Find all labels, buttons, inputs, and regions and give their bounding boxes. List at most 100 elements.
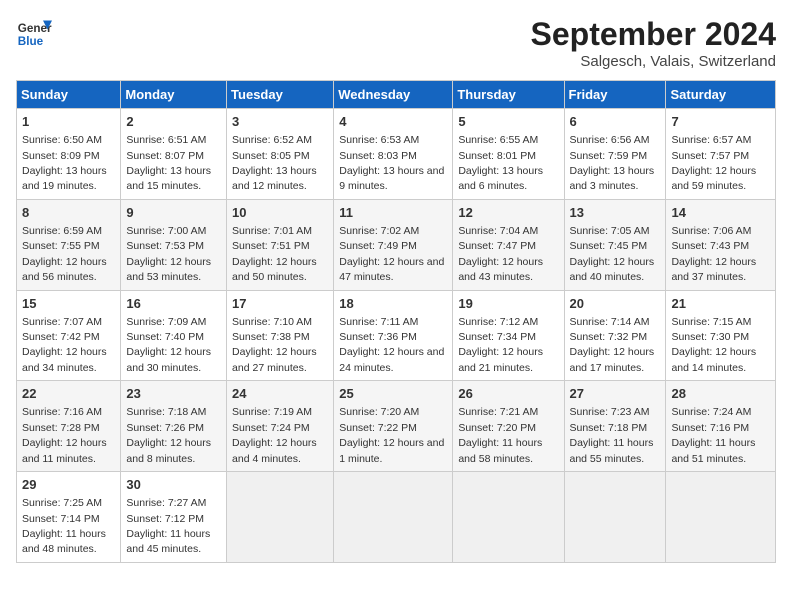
- calendar-cell: 8 Sunrise: 6:59 AMSunset: 7:55 PMDaylight…: [17, 199, 121, 290]
- column-header-monday: Monday: [121, 81, 227, 109]
- day-info: Sunrise: 7:06 AMSunset: 7:43 PMDaylight:…: [671, 225, 756, 283]
- calendar-cell: 1 Sunrise: 6:50 AMSunset: 8:09 PMDaylight…: [17, 109, 121, 200]
- calendar-header-row: SundayMondayTuesdayWednesdayThursdayFrid…: [17, 81, 776, 109]
- day-number: 1: [22, 113, 115, 131]
- calendar-week-1: 1 Sunrise: 6:50 AMSunset: 8:09 PMDaylight…: [17, 109, 776, 200]
- day-info: Sunrise: 7:05 AMSunset: 7:45 PMDaylight:…: [570, 225, 655, 283]
- day-number: 6: [570, 113, 661, 131]
- day-number: 22: [22, 385, 115, 403]
- day-info: Sunrise: 6:53 AMSunset: 8:03 PMDaylight:…: [339, 134, 444, 192]
- day-info: Sunrise: 6:51 AMSunset: 8:07 PMDaylight:…: [126, 134, 211, 192]
- day-info: Sunrise: 6:52 AMSunset: 8:05 PMDaylight:…: [232, 134, 317, 192]
- calendar-week-3: 15 Sunrise: 7:07 AMSunset: 7:42 PMDayligh…: [17, 290, 776, 381]
- calendar-cell: 2 Sunrise: 6:51 AMSunset: 8:07 PMDaylight…: [121, 109, 227, 200]
- calendar-week-2: 8 Sunrise: 6:59 AMSunset: 7:55 PMDaylight…: [17, 199, 776, 290]
- day-number: 17: [232, 295, 328, 313]
- day-info: Sunrise: 6:57 AMSunset: 7:57 PMDaylight:…: [671, 134, 756, 192]
- day-info: Sunrise: 7:01 AMSunset: 7:51 PMDaylight:…: [232, 225, 317, 283]
- day-number: 30: [126, 476, 221, 494]
- day-number: 26: [458, 385, 558, 403]
- calendar-cell: 22 Sunrise: 7:16 AMSunset: 7:28 PMDayligh…: [17, 381, 121, 472]
- day-info: Sunrise: 7:23 AMSunset: 7:18 PMDaylight:…: [570, 406, 654, 464]
- column-header-tuesday: Tuesday: [227, 81, 334, 109]
- svg-text:Blue: Blue: [18, 35, 44, 48]
- calendar-cell: 29Sunrise: 7:25 AMSunset: 7:14 PMDayligh…: [17, 472, 121, 563]
- calendar-cell: 20Sunrise: 7:14 AMSunset: 7:32 PMDayligh…: [564, 290, 666, 381]
- day-info: Sunrise: 7:07 AMSunset: 7:42 PMDaylight:…: [22, 316, 107, 374]
- day-number: 5: [458, 113, 558, 131]
- logo-icon: General Blue: [16, 16, 52, 52]
- calendar-cell: 30 Sunrise: 7:27 AMSunset: 7:12 PMDayligh…: [121, 472, 227, 563]
- day-number: 25: [339, 385, 447, 403]
- day-info: Sunrise: 7:24 AMSunset: 7:16 PMDaylight:…: [671, 406, 755, 464]
- day-info: Sunrise: 6:50 AMSunset: 8:09 PMDaylight:…: [22, 134, 107, 192]
- calendar-cell: 5 Sunrise: 6:55 AMSunset: 8:01 PMDaylight…: [453, 109, 564, 200]
- day-info: Sunrise: 7:11 AMSunset: 7:36 PMDaylight:…: [339, 316, 444, 374]
- day-number: 2: [126, 113, 221, 131]
- day-info: Sunrise: 7:15 AMSunset: 7:30 PMDaylight:…: [671, 316, 756, 374]
- day-info: Sunrise: 7:19 AMSunset: 7:24 PMDaylight:…: [232, 406, 317, 464]
- day-info: Sunrise: 7:20 AMSunset: 7:22 PMDaylight:…: [339, 406, 444, 464]
- calendar-cell: 21 Sunrise: 7:15 AMSunset: 7:30 PMDayligh…: [666, 290, 776, 381]
- calendar-cell: 10Sunrise: 7:01 AMSunset: 7:51 PMDayligh…: [227, 199, 334, 290]
- day-number: 8: [22, 204, 115, 222]
- day-number: 13: [570, 204, 661, 222]
- day-number: 12: [458, 204, 558, 222]
- day-info: Sunrise: 7:25 AMSunset: 7:14 PMDaylight:…: [22, 497, 106, 555]
- day-info: Sunrise: 7:16 AMSunset: 7:28 PMDaylight:…: [22, 406, 107, 464]
- calendar-cell: [666, 472, 776, 563]
- calendar-cell: 6 Sunrise: 6:56 AMSunset: 7:59 PMDaylight…: [564, 109, 666, 200]
- calendar-table: SundayMondayTuesdayWednesdayThursdayFrid…: [16, 80, 776, 563]
- calendar-cell: 4 Sunrise: 6:53 AMSunset: 8:03 PMDaylight…: [334, 109, 453, 200]
- day-number: 21: [671, 295, 770, 313]
- day-number: 4: [339, 113, 447, 131]
- column-header-saturday: Saturday: [666, 81, 776, 109]
- day-info: Sunrise: 7:09 AMSunset: 7:40 PMDaylight:…: [126, 316, 211, 374]
- day-info: Sunrise: 6:59 AMSunset: 7:55 PMDaylight:…: [22, 225, 107, 283]
- location: Salgesch, Valais, Switzerland: [531, 53, 776, 70]
- calendar-week-4: 22 Sunrise: 7:16 AMSunset: 7:28 PMDayligh…: [17, 381, 776, 472]
- day-info: Sunrise: 7:10 AMSunset: 7:38 PMDaylight:…: [232, 316, 317, 374]
- calendar-cell: 9Sunrise: 7:00 AMSunset: 7:53 PMDaylight…: [121, 199, 227, 290]
- calendar-cell: 14 Sunrise: 7:06 AMSunset: 7:43 PMDayligh…: [666, 199, 776, 290]
- calendar-cell: 19Sunrise: 7:12 AMSunset: 7:34 PMDayligh…: [453, 290, 564, 381]
- day-number: 23: [126, 385, 221, 403]
- calendar-cell: 3 Sunrise: 6:52 AMSunset: 8:05 PMDaylight…: [227, 109, 334, 200]
- calendar-cell: 15 Sunrise: 7:07 AMSunset: 7:42 PMDayligh…: [17, 290, 121, 381]
- calendar-cell: 28 Sunrise: 7:24 AMSunset: 7:16 PMDayligh…: [666, 381, 776, 472]
- calendar-week-5: 29Sunrise: 7:25 AMSunset: 7:14 PMDayligh…: [17, 472, 776, 563]
- calendar-cell: 11Sunrise: 7:02 AMSunset: 7:49 PMDayligh…: [334, 199, 453, 290]
- day-number: 15: [22, 295, 115, 313]
- logo: General Blue: [16, 16, 52, 52]
- day-number: 14: [671, 204, 770, 222]
- day-number: 28: [671, 385, 770, 403]
- page-header: General Blue September 2024 Salgesch, Va…: [16, 16, 776, 70]
- calendar-cell: 24 Sunrise: 7:19 AMSunset: 7:24 PMDayligh…: [227, 381, 334, 472]
- calendar-cell: 23Sunrise: 7:18 AMSunset: 7:26 PMDayligh…: [121, 381, 227, 472]
- day-number: 18: [339, 295, 447, 313]
- day-info: Sunrise: 7:27 AMSunset: 7:12 PMDaylight:…: [126, 497, 210, 555]
- calendar-cell: 26 Sunrise: 7:21 AMSunset: 7:20 PMDayligh…: [453, 381, 564, 472]
- day-info: Sunrise: 7:12 AMSunset: 7:34 PMDaylight:…: [458, 316, 543, 374]
- calendar-cell: 12Sunrise: 7:04 AMSunset: 7:47 PMDayligh…: [453, 199, 564, 290]
- day-number: 24: [232, 385, 328, 403]
- calendar-cell: 25 Sunrise: 7:20 AMSunset: 7:22 PMDayligh…: [334, 381, 453, 472]
- calendar-cell: [334, 472, 453, 563]
- day-info: Sunrise: 6:56 AMSunset: 7:59 PMDaylight:…: [570, 134, 655, 192]
- day-info: Sunrise: 7:21 AMSunset: 7:20 PMDaylight:…: [458, 406, 542, 464]
- day-number: 3: [232, 113, 328, 131]
- day-number: 9: [126, 204, 221, 222]
- day-info: Sunrise: 7:14 AMSunset: 7:32 PMDaylight:…: [570, 316, 655, 374]
- day-info: Sunrise: 6:55 AMSunset: 8:01 PMDaylight:…: [458, 134, 543, 192]
- day-info: Sunrise: 7:02 AMSunset: 7:49 PMDaylight:…: [339, 225, 444, 283]
- calendar-cell: 17 Sunrise: 7:10 AMSunset: 7:38 PMDayligh…: [227, 290, 334, 381]
- calendar-cell: 7Sunrise: 6:57 AMSunset: 7:57 PMDaylight…: [666, 109, 776, 200]
- calendar-cell: 27 Sunrise: 7:23 AMSunset: 7:18 PMDayligh…: [564, 381, 666, 472]
- day-number: 16: [126, 295, 221, 313]
- calendar-cell: [227, 472, 334, 563]
- day-number: 27: [570, 385, 661, 403]
- calendar-cell: [564, 472, 666, 563]
- title-block: September 2024 Salgesch, Valais, Switzer…: [531, 16, 776, 70]
- column-header-sunday: Sunday: [17, 81, 121, 109]
- calendar-cell: 16 Sunrise: 7:09 AMSunset: 7:40 PMDayligh…: [121, 290, 227, 381]
